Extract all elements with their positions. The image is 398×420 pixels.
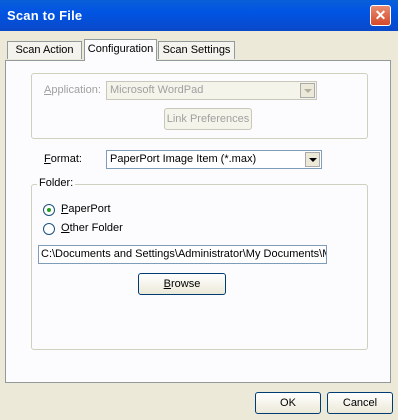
close-icon: ✕ [374,7,387,23]
tab-scan-settings[interactable]: Scan Settings [158,41,235,59]
paperport-radio[interactable] [43,204,55,216]
format-label: Format: [44,153,82,165]
chevron-down-icon [300,83,315,98]
application-value: Microsoft WordPad [110,84,204,96]
tab-configuration[interactable]: Configuration [84,39,157,61]
folder-legend: Folder: [37,177,76,189]
link-preferences-button[interactable]: Link Preferences [164,108,252,130]
tab-panel-configuration: Application: Microsoft WordPad Link Pref… [5,60,391,383]
ok-button[interactable]: OK [255,392,321,414]
folder-path-input[interactable]: C:\Documents and Settings\Administrator\… [38,245,327,264]
window-title: Scan to File [7,8,83,23]
paperport-option-label[interactable]: PaperPort [61,203,111,215]
browse-button[interactable]: Browse [138,273,226,295]
tab-scan-action[interactable]: Scan Action [7,41,82,59]
tab-strip: Scan Action Configuration Scan Settings [0,39,398,61]
close-button[interactable]: ✕ [370,5,391,26]
chevron-down-icon [305,152,320,167]
title-bar: Scan to File ✕ [0,0,398,31]
application-combo[interactable]: Microsoft WordPad [106,81,317,100]
other-folder-radio[interactable] [43,223,55,235]
cancel-button[interactable]: Cancel [327,392,393,414]
other-folder-option-label[interactable]: Other Folder [61,222,123,234]
application-label: Application: [44,84,101,96]
format-value: PaperPort Image Item (*.max) [110,153,257,165]
format-combo[interactable]: PaperPort Image Item (*.max) [106,150,322,169]
